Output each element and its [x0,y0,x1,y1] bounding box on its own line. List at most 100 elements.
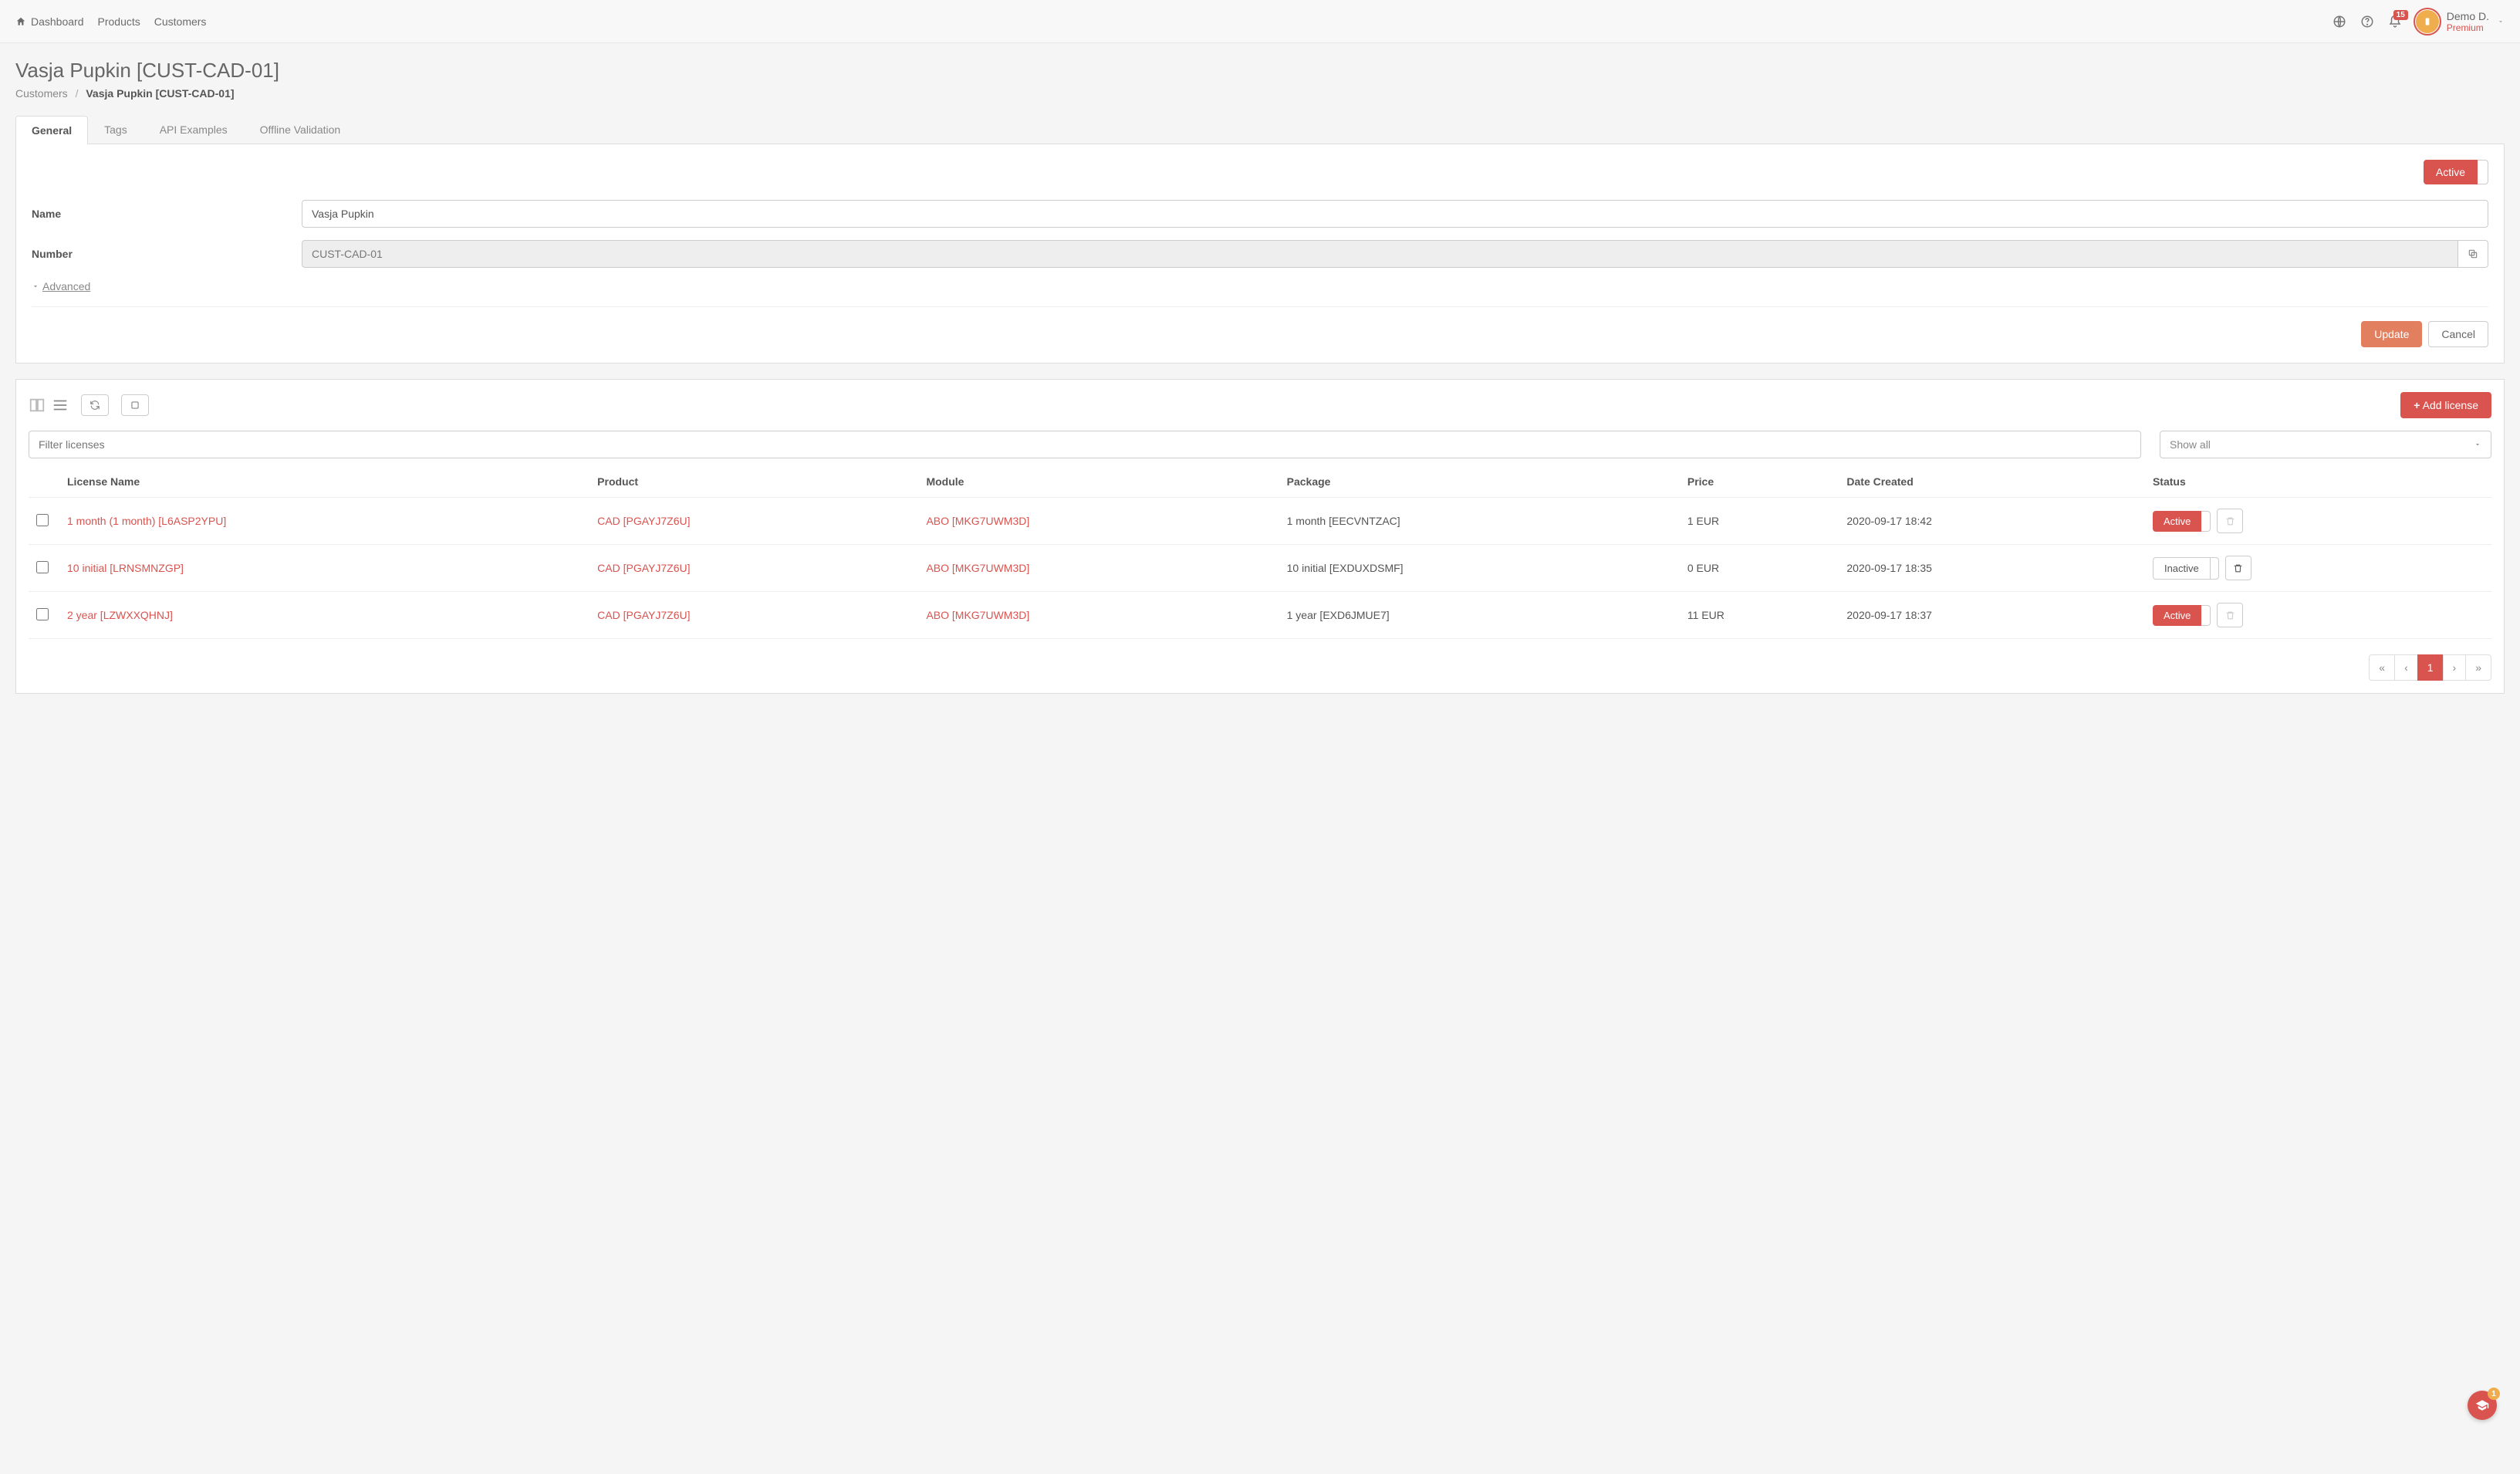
license-status-toggle[interactable]: Active [2153,511,2211,532]
date-cell: 2020-09-17 18:37 [1839,592,2145,639]
customer-status-toggle[interactable]: Active [2424,160,2488,184]
plus-icon: + [2414,399,2420,411]
chevron-down-icon [2497,18,2505,25]
status-active-label[interactable]: Active [2424,160,2478,184]
advanced-toggle[interactable]: Advanced [32,280,90,292]
row-checkbox[interactable] [36,561,49,573]
delete-license-button [2217,509,2243,533]
refresh-button[interactable] [81,394,109,416]
page-last[interactable]: » [2465,654,2491,681]
refresh-icon [90,400,100,411]
col-status[interactable]: Status [2145,466,2491,498]
table-row: 1 month (1 month) [L6ASP2YPU] CAD [PGAYJ7… [29,498,2491,545]
user-menu[interactable]: Demo D. Premium [2416,10,2505,33]
chevron-down-icon [2474,441,2481,448]
nav-dashboard[interactable]: Dashboard [15,15,84,28]
page-current[interactable]: 1 [2417,654,2444,681]
license-status-label[interactable]: Active [2153,605,2201,626]
advanced-label: Advanced [42,280,90,292]
toggle-handle[interactable] [2201,605,2211,626]
add-license-button[interactable]: + Add license [2400,392,2491,418]
module-link[interactable]: ABO [MKG7UWM3D] [926,609,1029,621]
page-first[interactable]: « [2369,654,2395,681]
license-name-link[interactable]: 1 month (1 month) [L6ASP2YPU] [67,515,226,527]
status-filter-label: Show all [2170,438,2211,451]
toggle-handle[interactable] [2201,511,2211,532]
tab-api-examples[interactable]: API Examples [144,115,244,144]
avatar [2416,10,2439,33]
name-label: Name [32,208,286,220]
delete-license-button[interactable] [2225,556,2251,580]
module-link[interactable]: ABO [MKG7UWM3D] [926,515,1029,527]
license-status-toggle[interactable]: Active [2153,605,2211,626]
panel-footer: Update Cancel [32,306,2488,347]
number-row: Number [32,240,2488,268]
nav-customers[interactable]: Customers [154,15,207,28]
product-link[interactable]: CAD [PGAYJ7Z6U] [597,515,690,527]
update-button[interactable]: Update [2361,321,2422,347]
status-filter-select[interactable]: Show all [2160,431,2491,458]
row-checkbox[interactable] [36,514,49,526]
number-input[interactable] [302,240,2458,268]
row-checkbox[interactable] [36,608,49,620]
product-link[interactable]: CAD [PGAYJ7Z6U] [597,609,690,621]
copy-button[interactable] [2458,240,2488,268]
cancel-button[interactable]: Cancel [2428,321,2488,347]
nav-products[interactable]: Products [98,15,140,28]
date-cell: 2020-09-17 18:35 [1839,545,2145,592]
col-module[interactable]: Module [918,466,1279,498]
package-cell: 10 initial [EXDUXDSMF] [1279,545,1680,592]
price-cell: 0 EUR [1680,545,1839,592]
general-panel: Active Name Number Advanced Update Cance… [15,144,2505,363]
tab-tags[interactable]: Tags [88,115,144,144]
tabs: General Tags API Examples Offline Valida… [15,115,2505,144]
license-name-link[interactable]: 2 year [LZWXXQHNJ] [67,609,173,621]
globe-icon[interactable] [2333,15,2346,29]
home-icon [15,16,26,27]
col-product[interactable]: Product [589,466,918,498]
price-cell: 1 EUR [1680,498,1839,545]
toggle-handle[interactable] [2478,160,2488,184]
number-label: Number [32,248,286,260]
price-cell: 11 EUR [1680,592,1839,639]
breadcrumb: Customers / Vasja Pupkin [CUST-CAD-01] [15,87,2505,100]
breadcrumb-root[interactable]: Customers [15,87,68,100]
bell-icon[interactable]: 15 [2388,15,2402,29]
page-prev[interactable]: ‹ [2394,654,2418,681]
module-link[interactable]: ABO [MKG7UWM3D] [926,562,1029,574]
columns-view-icon[interactable] [29,397,46,414]
license-status-label[interactable]: Inactive [2153,557,2210,580]
help-icon[interactable] [2360,15,2374,29]
col-date[interactable]: Date Created [1839,466,2145,498]
list-view-icon[interactable] [52,397,69,414]
toggle-handle[interactable] [2210,557,2219,580]
status-row: Active [32,160,2488,184]
license-status-toggle[interactable]: Inactive [2153,557,2219,580]
trash-icon [2225,610,2235,620]
license-name-link[interactable]: 10 initial [LRNSMNZGP] [67,562,184,574]
license-status-label[interactable]: Active [2153,511,2201,532]
filter-licenses-input[interactable] [29,431,2141,458]
pagination: « ‹ 1 › » [29,654,2491,681]
col-package[interactable]: Package [1279,466,1680,498]
tab-offline-validation[interactable]: Offline Validation [244,115,357,144]
add-license-label: Add license [2423,399,2478,411]
package-cell: 1 year [EXD6JMUE7] [1279,592,1680,639]
help-fab[interactable]: 1 [2468,1391,2497,1420]
page-header: Vasja Pupkin [CUST-CAD-01] Customers / V… [0,43,2520,115]
user-tier: Premium [2447,22,2489,33]
table-header-row: License Name Product Module Package Pric… [29,466,2491,498]
name-input[interactable] [302,200,2488,228]
breadcrumb-current: Vasja Pupkin [CUST-CAD-01] [86,87,234,100]
breadcrumb-separator: / [76,87,79,100]
licenses-table: License Name Product Module Package Pric… [29,466,2491,639]
tab-general[interactable]: General [15,116,88,144]
product-link[interactable]: CAD [PGAYJ7Z6U] [597,562,690,574]
trash-icon [2233,563,2243,573]
bordered-button[interactable] [121,394,149,416]
notification-badge: 15 [2393,10,2408,20]
chevron-down-icon [32,282,39,290]
col-name[interactable]: License Name [59,466,589,498]
col-price[interactable]: Price [1680,466,1839,498]
page-next[interactable]: › [2443,654,2467,681]
